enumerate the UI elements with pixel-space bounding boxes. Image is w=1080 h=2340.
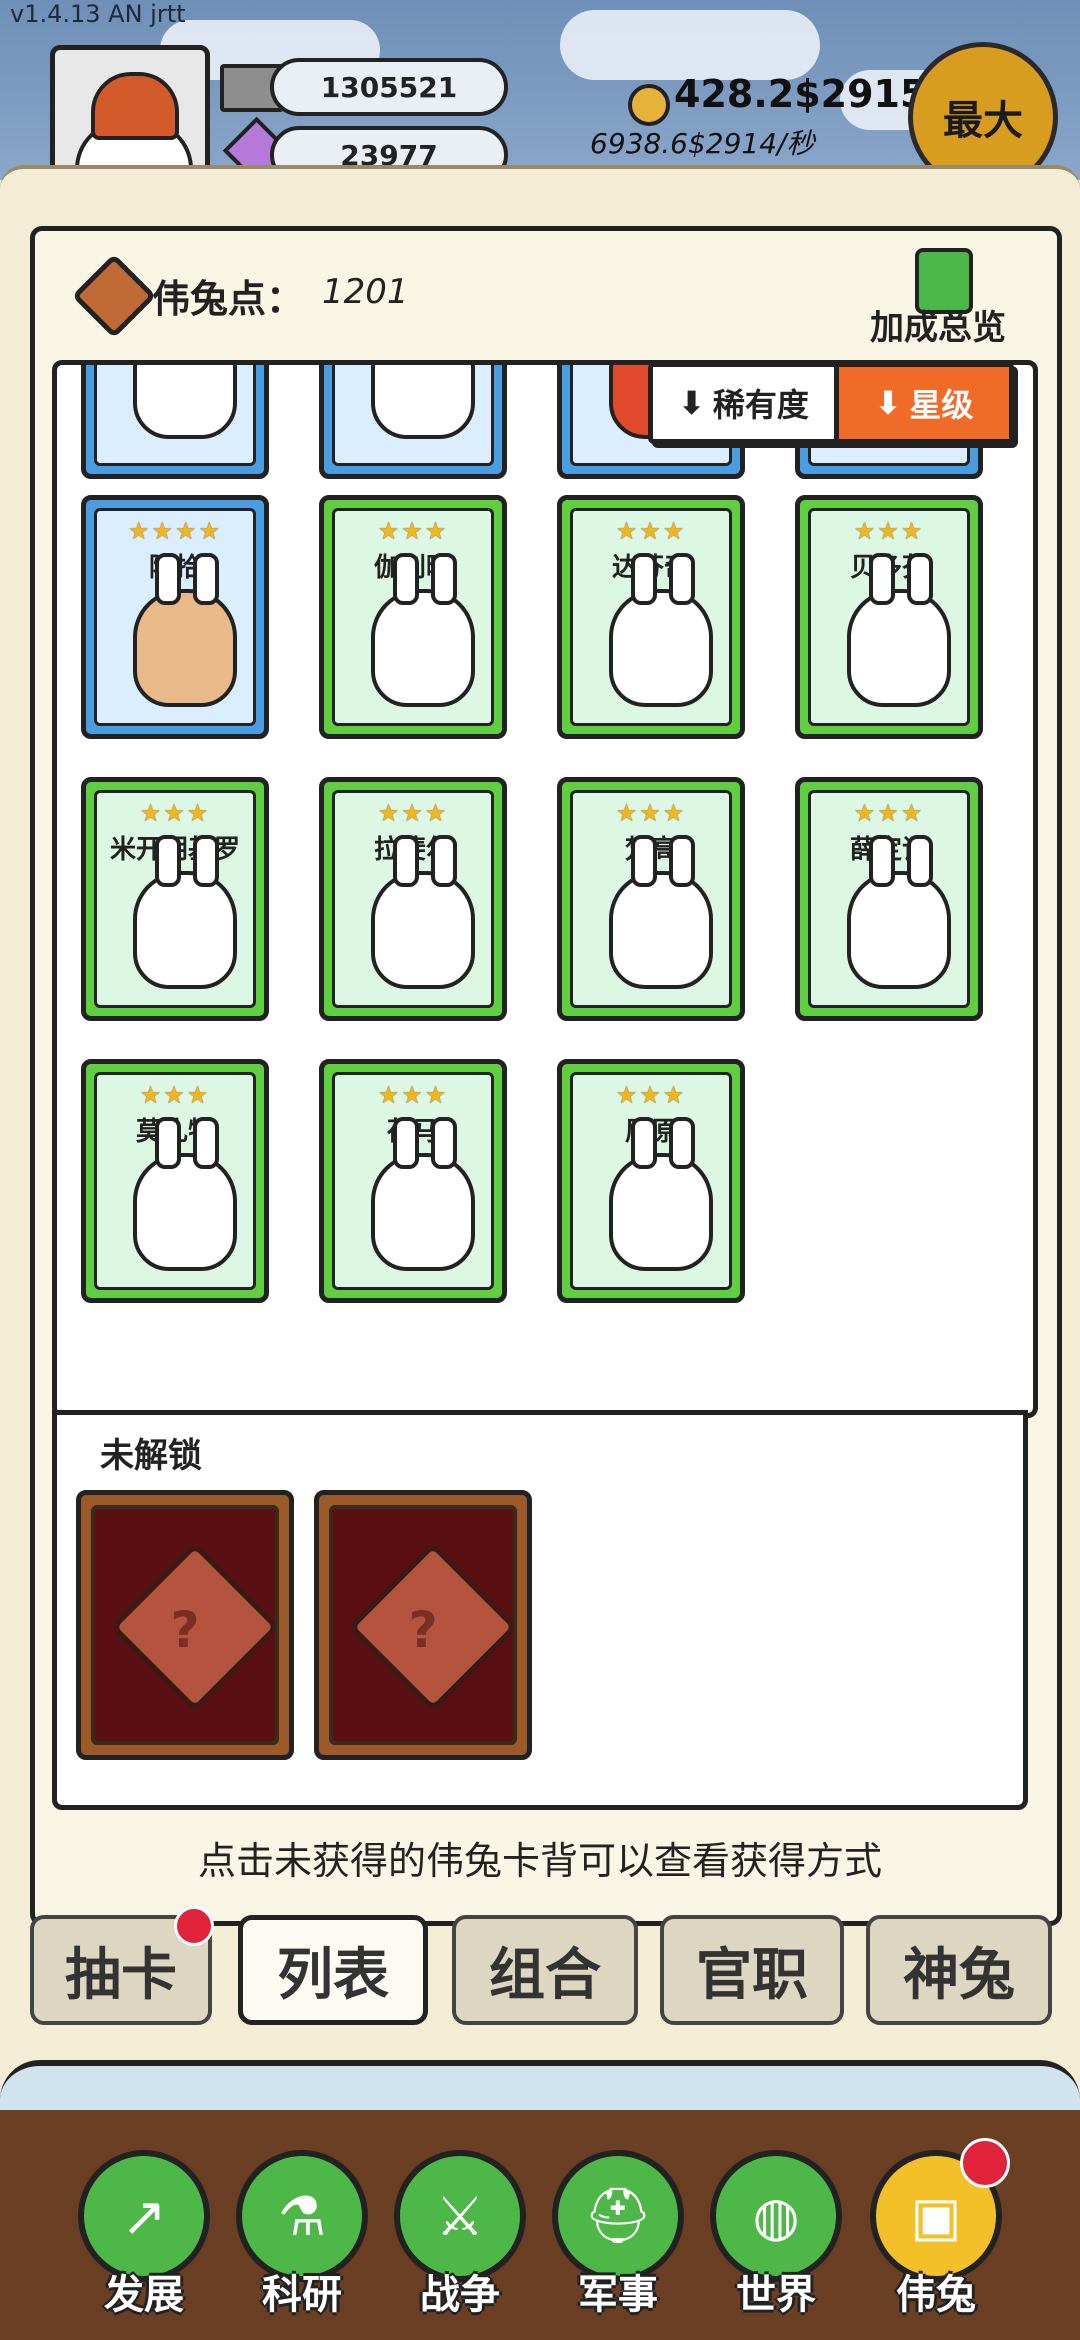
- tab-divine[interactable]: 神兔: [866, 1915, 1052, 2025]
- version-label: v1.4.13 AN jrtt: [10, 0, 186, 28]
- coin-rate: 6938.6$2914/秒: [590, 127, 815, 160]
- card-galileo[interactable]: ★★★ 伽利略: [319, 495, 507, 739]
- card-schrodinger[interactable]: ★★★ 薛定谔: [795, 777, 983, 1021]
- locked-card-back[interactable]: ?: [76, 1490, 294, 1760]
- card-stars: ★★★: [377, 517, 449, 545]
- notification-dot: [960, 2138, 1010, 2188]
- card-stars: ★★★: [615, 799, 687, 827]
- sort-rarity-label: 稀有度: [712, 386, 809, 424]
- locked-section-title: 未解锁: [100, 1436, 202, 1476]
- card-stars: ★★★: [615, 1081, 687, 1109]
- sort-by-star-button[interactable]: ⬇ 星级: [834, 367, 1009, 439]
- question-mark: ?: [408, 1601, 438, 1659]
- sort-by-rarity-button[interactable]: ⬇ 稀有度: [653, 367, 834, 439]
- avatar-hat-icon: [91, 72, 179, 140]
- arrow-down-icon: ⬇: [678, 384, 705, 422]
- tab-combo[interactable]: 组合: [452, 1915, 638, 2025]
- card-partial-1[interactable]: [81, 365, 269, 479]
- nav-label: 发展: [104, 2272, 184, 2318]
- bunny-portrait: [609, 553, 713, 707]
- bunny-portrait: [371, 835, 475, 989]
- card-michelangelo[interactable]: ★★★ 米开朗基罗: [81, 777, 269, 1021]
- card-stars: ★★★: [377, 799, 449, 827]
- locked-card-back[interactable]: ?: [314, 1490, 532, 1760]
- nav-military[interactable]: ⛑ 军事: [548, 2150, 688, 2330]
- card-mozart[interactable]: ★★★ 莫扎特: [81, 1059, 269, 1303]
- card-stars: ★★★: [377, 1081, 449, 1109]
- bunny-portrait: [609, 835, 713, 989]
- nav-war[interactable]: ⚔ 战争: [390, 2150, 530, 2330]
- card-stars: ★★★: [853, 799, 925, 827]
- nav-label: 科研: [262, 2272, 342, 2318]
- bunny-portrait: [371, 1117, 475, 1271]
- nav-world[interactable]: ◍ 世界: [706, 2150, 846, 2330]
- card-chen-shi[interactable]: ★★★★ 陈拾: [81, 495, 269, 739]
- bunny-portrait: [609, 1117, 713, 1271]
- card-homer[interactable]: ★★★ 荷马: [319, 1059, 507, 1303]
- bunny-portrait: [847, 553, 951, 707]
- hint-text: 点击未获得的伟兔卡背可以查看获得方式: [197, 1839, 882, 1883]
- nav-develop[interactable]: ↗ 发展: [74, 2150, 214, 2330]
- nav-label: 世界: [736, 2272, 816, 2318]
- tab-list[interactable]: 列表: [238, 1915, 428, 2025]
- resource-silver: 1305521: [270, 58, 508, 116]
- card-partial-2[interactable]: [319, 365, 507, 479]
- card-da-vinci[interactable]: ★★★ 达芬奇: [557, 495, 745, 739]
- nav-label: 伟兔: [896, 2272, 976, 2318]
- points-label: 伟兔点：: [152, 277, 305, 321]
- card-raphael[interactable]: ★★★ 拉斐尔: [319, 777, 507, 1021]
- bunny-portrait: [847, 835, 951, 989]
- points-value: 1201: [322, 272, 409, 312]
- card-stars: ★★★: [139, 799, 211, 827]
- bunny-portrait: [133, 835, 237, 989]
- card-stars: ★★★: [139, 1081, 211, 1109]
- bunny-portrait: [133, 1117, 237, 1271]
- card-stars: ★★★: [853, 517, 925, 545]
- question-mark: ?: [170, 1601, 200, 1659]
- card-beethoven[interactable]: ★★★ 贝多芬: [795, 495, 983, 739]
- card-qu-yuan[interactable]: ★★★ 屈原: [557, 1059, 745, 1303]
- coin-icon: [628, 84, 670, 126]
- sort-star-label: 星级: [909, 386, 974, 424]
- sort-toggle: ⬇ 稀有度 ⬇ 星级: [648, 362, 1014, 444]
- card-van-gogh[interactable]: ★★★ 梵高: [557, 777, 745, 1021]
- nav-label: 战争: [420, 2272, 500, 2318]
- card-stars: ★★★★: [127, 517, 223, 545]
- card-stars: ★★★: [615, 517, 687, 545]
- nav-research[interactable]: ⚗ 科研: [232, 2150, 372, 2330]
- arrow-down-icon: ⬇: [874, 384, 902, 422]
- tab-office[interactable]: 官职: [660, 1915, 844, 2025]
- notification-dot: [174, 1906, 214, 1946]
- card-grid[interactable]: ★★★★ 陈拾 ★★★ 伽利略 ★★★ 达芬奇 ★★★ 贝多芬 ★★★ 米开朗基…: [52, 360, 1038, 1418]
- nav-label: 军事: [578, 2272, 658, 2318]
- bunny-portrait: [133, 553, 237, 707]
- coin-total: 428.2$2915: [674, 72, 927, 116]
- bonus-overview-button[interactable]: 加成总览: [870, 300, 1006, 349]
- bunny-portrait: [371, 553, 475, 707]
